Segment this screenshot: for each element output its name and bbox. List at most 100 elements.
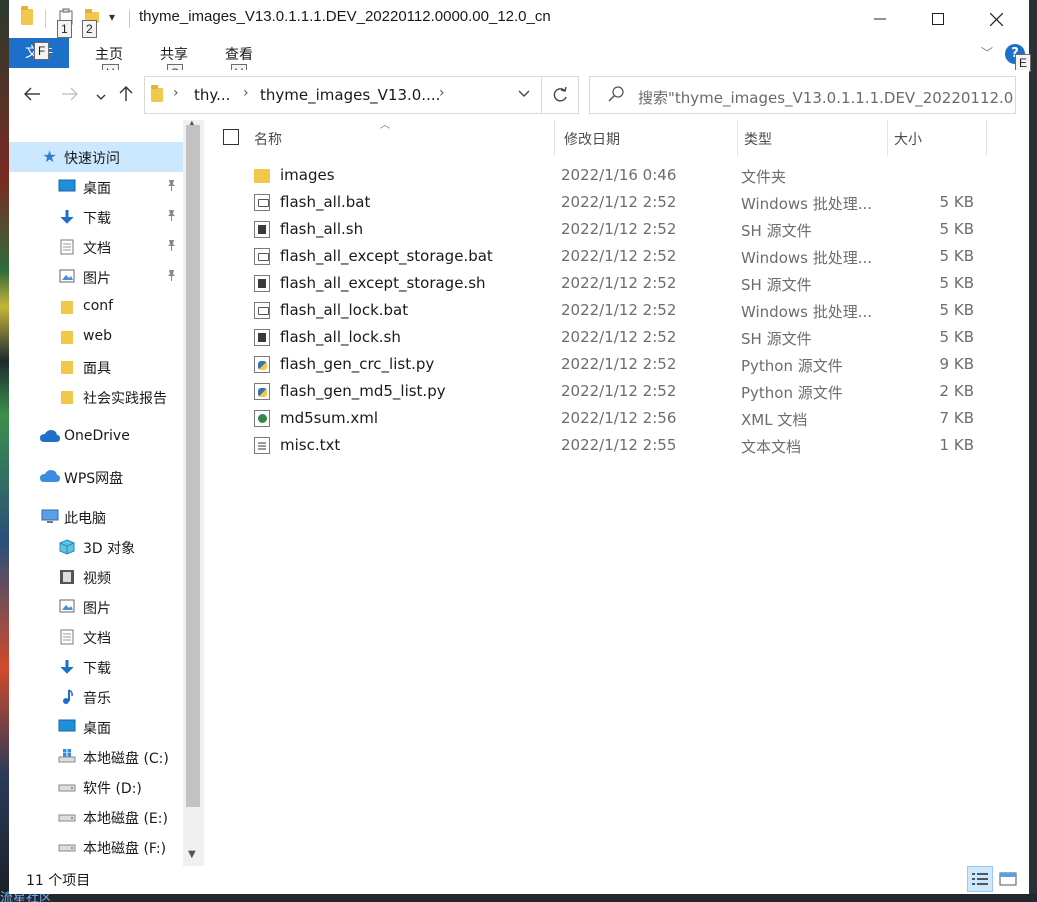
desktop-bottom-strip: 流星社区 (0, 891, 1037, 902)
nav-scrollbar[interactable]: ▲ ▼ (183, 119, 204, 866)
file-size: 5 KB (939, 301, 974, 319)
qat-separator (45, 10, 46, 28)
qat-dropdown-button[interactable]: ▾ (109, 10, 115, 24)
scroll-down-icon[interactable]: ▼ (188, 849, 196, 860)
column-header-type[interactable]: 类型 (738, 120, 878, 156)
select-all-checkbox[interactable] (223, 129, 239, 145)
file-row[interactable]: flash_all.bat 2022/1/12 2:52 Windows 批处理..… (204, 189, 1029, 216)
nav-pc-item[interactable]: 本地磁盘 (E:) (9, 802, 183, 832)
file-type: SH 源文件 (741, 276, 812, 294)
desktop-left-strip (0, 0, 9, 902)
file-size: 5 KB (939, 193, 974, 211)
search-input[interactable]: 搜索"thyme_images_V13.0.1.1.1.DEV_20220112… (638, 87, 1013, 108)
file-row[interactable]: images 2022/1/16 0:46 文件夹 (204, 162, 1029, 189)
nav-quick-item[interactable]: 面具 (9, 352, 183, 382)
nav-pc-item[interactable]: 音乐 (9, 682, 183, 712)
nav-pc-item[interactable]: 软件 (D:) (9, 772, 183, 802)
nav-scrollbar-thumb[interactable] (186, 125, 200, 807)
nav-label: 图片 (83, 601, 111, 617)
breadcrumb-chevron-icon[interactable]: › (243, 85, 249, 101)
recent-locations-button[interactable] (95, 86, 107, 107)
column-header-size[interactable]: 大小 (888, 120, 978, 156)
nav-pc-item[interactable]: 本地磁盘 (F:) (9, 832, 183, 862)
file-row[interactable]: md5sum.xml 2022/1/12 2:56 XML 文档 7 KB (204, 405, 1029, 432)
column-divider[interactable] (986, 120, 987, 156)
nav-quick-item[interactable]: 下载 (9, 202, 183, 232)
nav-this-pc[interactable]: 此电脑 (9, 502, 183, 532)
sh-file-icon (254, 329, 270, 346)
nav-quick-item[interactable]: 文档 (9, 232, 183, 262)
large-icons-view-button[interactable] (995, 866, 1021, 892)
file-row[interactable]: misc.txt 2022/1/12 2:55 文本文档 1 KB (204, 432, 1029, 459)
nav-label: 软件 (D:) (83, 781, 142, 797)
back-button[interactable] (23, 85, 41, 106)
maximize-button[interactable] (909, 0, 967, 38)
music-icon (58, 689, 75, 705)
column-divider[interactable] (554, 120, 555, 156)
tab-home[interactable]: 主页 (95, 44, 123, 64)
breadcrumb-chevron-icon[interactable]: › (173, 85, 179, 101)
address-bar[interactable]: › thy... › thyme_images_V13.0.... › (144, 76, 542, 114)
search-box[interactable]: 搜索"thyme_images_V13.0.1.1.1.DEV_20220112… (589, 76, 1016, 114)
file-modified: 2022/1/12 2:56 (561, 409, 677, 427)
nav-pc-item[interactable]: 桌面 (9, 712, 183, 742)
file-row[interactable]: flash_all_except_storage.sh 2022/1/12 2:5… (204, 270, 1029, 297)
up-button[interactable] (119, 84, 133, 107)
folder-icon (58, 329, 75, 345)
expand-ribbon-chevron-icon[interactable]: ﹀ (981, 44, 993, 61)
tab-share[interactable]: 共享 (160, 44, 188, 64)
column-label: 修改日期 (564, 132, 620, 148)
nav-onedrive[interactable]: OneDrive (9, 422, 183, 452)
refresh-button[interactable] (541, 76, 579, 114)
drive-icon (58, 839, 76, 855)
minimize-button[interactable] (851, 0, 909, 38)
nav-pc-item[interactable]: 文档 (9, 622, 183, 652)
address-history-dropdown[interactable] (517, 86, 531, 104)
chevron-down-icon (96, 94, 106, 100)
file-type: XML 文档 (741, 411, 808, 429)
nav-pc-item[interactable]: 视频 (9, 562, 183, 592)
item-count: 11 个项目 (26, 873, 91, 889)
nav-quick-item[interactable]: 图片 (9, 262, 183, 292)
nav-quick-item[interactable]: web (9, 322, 183, 352)
nav-quick-item[interactable]: 桌面 (9, 172, 183, 202)
file-row[interactable]: flash_gen_crc_list.py 2022/1/12 2:52 Pytho… (204, 351, 1029, 378)
file-modified: 2022/1/12 2:52 (561, 355, 677, 373)
file-row[interactable]: flash_all_except_storage.bat 2022/1/12 2:… (204, 243, 1029, 270)
column-label: 名称 (254, 132, 282, 148)
file-row[interactable]: flash_all_lock.sh 2022/1/12 2:52 SH 源文件 5 K… (204, 324, 1029, 351)
file-type: Python 源文件 (741, 357, 843, 375)
file-row[interactable]: flash_all.sh 2022/1/12 2:52 SH 源文件 5 KB (204, 216, 1029, 243)
column-label: 大小 (894, 132, 922, 148)
nav-label: 图片 (83, 271, 111, 287)
status-bar: 11 个项目 (9, 866, 1029, 894)
close-button[interactable] (967, 0, 1025, 38)
forward-button[interactable] (61, 85, 79, 106)
navigation-pane: ★ 快速访问 桌面 下载 文档 图片 conf web 面具 社会实践报告 OneDrive … (9, 119, 204, 866)
file-name: flash_all.sh (280, 220, 364, 238)
nav-pc-item[interactable]: 下载 (9, 652, 183, 682)
nav-quick-item[interactable]: conf (9, 292, 183, 322)
nav-wps[interactable]: WPS网盘 (9, 462, 183, 492)
nav-quick-access[interactable]: ★ 快速访问 (9, 142, 183, 172)
tab-view[interactable]: 查看 (225, 44, 253, 64)
breadcrumb-parent[interactable]: thy... (194, 86, 230, 104)
nav-pc-item[interactable]: 3D 对象 (9, 532, 183, 562)
document-icon (58, 629, 75, 645)
file-row[interactable]: flash_gen_md5_list.py 2022/1/12 2:52 Pytho… (204, 378, 1029, 405)
nav-label: 面具 (83, 361, 111, 377)
nav-label: 下载 (83, 211, 111, 227)
details-view-button[interactable] (967, 866, 993, 892)
file-name: md5sum.xml (280, 409, 379, 427)
file-size: 5 KB (939, 328, 974, 346)
nav-quick-item[interactable]: 社会实践报告 (9, 382, 183, 412)
breadcrumb-chevron-icon[interactable]: › (439, 85, 445, 101)
nav-label: 社会实践报告 (83, 391, 167, 407)
column-header-modified[interactable]: 修改日期 (556, 120, 732, 156)
nav-pc-item[interactable]: 图片 (9, 592, 183, 622)
minimize-icon (874, 18, 886, 20)
file-row[interactable]: flash_all_lock.bat 2022/1/12 2:52 Windows … (204, 297, 1029, 324)
breadcrumb-current[interactable]: thyme_images_V13.0.... (260, 86, 440, 104)
column-header-name[interactable]: 名称 (248, 120, 548, 156)
nav-pc-item[interactable]: 本地磁盘 (C:) (9, 742, 183, 772)
